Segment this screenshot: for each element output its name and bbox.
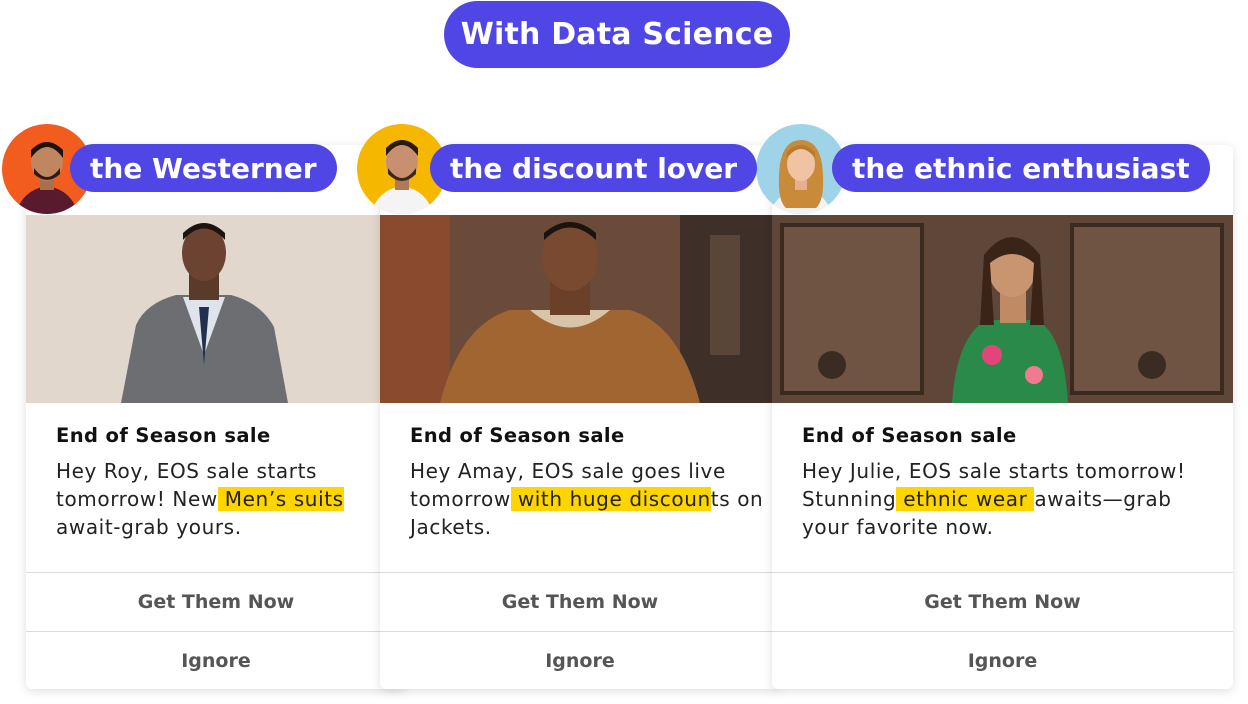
- highlight-text: Men’s suits: [217, 487, 344, 511]
- highlight-text: with huge discoun: [510, 487, 711, 511]
- get-them-now-button[interactable]: Get Them Now: [772, 572, 1233, 630]
- persona-label-discount-lover: the discount lover: [430, 144, 758, 192]
- message-title: End of Season sale: [410, 424, 625, 447]
- ignore-button[interactable]: Ignore: [380, 631, 780, 689]
- photo-man-in-jacket: [380, 215, 780, 403]
- highlight-text: ethnic wear: [896, 487, 1035, 511]
- notification-card-westerner: End of Season sale Hey Roy, EOS sale sta…: [26, 145, 406, 689]
- photo-man-in-suit: [26, 215, 406, 403]
- message-body: Hey Roy, EOS sale starts tomorrow! New M…: [56, 459, 344, 539]
- message-title: End of Season sale: [56, 424, 271, 447]
- message-body: Hey Amay, EOS sale goes live tomorrow wi…: [410, 459, 764, 539]
- notification-card-discount-lover: End of Season sale Hey Amay, EOS sale go…: [380, 145, 780, 689]
- ignore-button[interactable]: Ignore: [26, 631, 406, 689]
- ignore-button[interactable]: Ignore: [772, 631, 1233, 689]
- notification-card-ethnic-enthusiast: End of Season sale Hey Julie, EOS sale s…: [772, 145, 1233, 689]
- persona-label-ethnic-enthusiast: the ethnic enthusiast: [832, 144, 1210, 192]
- get-them-now-button[interactable]: Get Them Now: [26, 572, 406, 630]
- header-title-pill: With Data Science: [444, 1, 790, 68]
- persona-label-westerner: the Westerner: [70, 144, 337, 192]
- photo-woman-ethnic-wear: [772, 215, 1233, 403]
- get-them-now-button[interactable]: Get Them Now: [380, 572, 780, 630]
- message-title: End of Season sale: [802, 424, 1017, 447]
- message-body: Hey Julie, EOS sale starts tomorrow! Stu…: [802, 459, 1186, 539]
